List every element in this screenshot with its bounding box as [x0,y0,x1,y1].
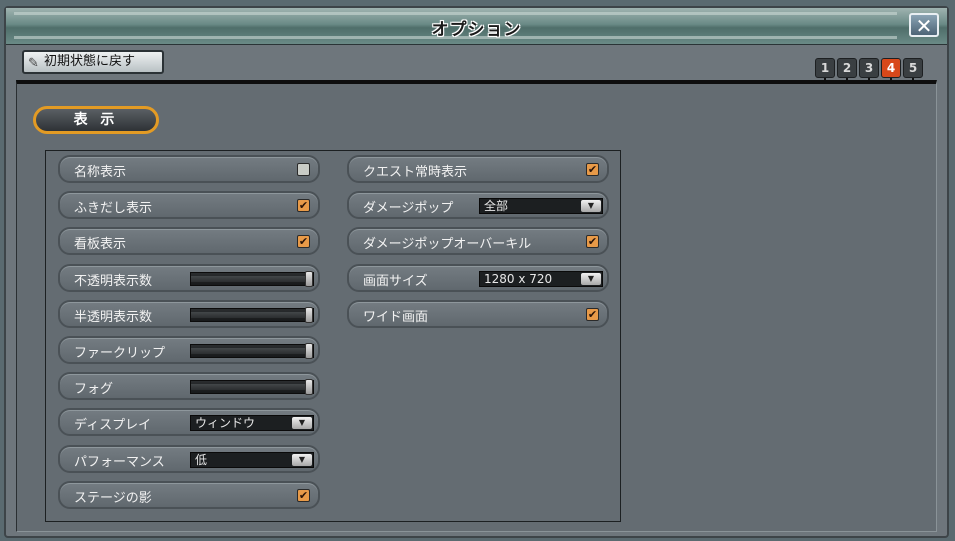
option-label: 画面サイズ [363,273,428,289]
slider-thumb[interactable] [305,270,313,287]
page-tab-3[interactable]: 3 [859,58,879,83]
checkbox-checked[interactable]: ✔ [586,163,599,176]
option-row[interactable]: クエスト常時表示 ✔ [347,155,609,183]
option-label: パフォーマンス [74,454,165,470]
slider-thumb[interactable] [305,343,313,359]
option-row[interactable]: ふきだし表示 ✔ [58,191,320,220]
checkbox-checked[interactable]: ✔ [586,307,599,321]
checkbox-unchecked[interactable] [297,163,310,176]
option-label: ファークリップ [74,346,166,361]
close-icon: ✕ [915,14,933,38]
page-tab-2[interactable]: 2 [837,58,857,83]
option-row[interactable]: 看板表示 ✔ [58,227,320,256]
slider-track[interactable] [190,306,314,323]
slider-track[interactable] [190,270,314,287]
slider-thumb[interactable] [305,379,313,396]
page-tabs: 12345 [815,58,923,83]
option-label: ふきだし表示 [74,201,153,217]
reset-defaults-button[interactable]: ✎ 初期状態に戻す [22,50,164,74]
slider-fill [191,311,313,318]
option-row[interactable]: ワイド画面 ✔ [347,299,609,328]
option-label: ダメージポップ [363,201,454,217]
chevron-down-icon[interactable]: ▼ [292,453,312,466]
dropdown-select[interactable]: 全部 ▼ [479,198,603,215]
close-button[interactable]: ✕ [909,13,939,37]
dropdown-select[interactable]: 低 ▼ [190,451,314,468]
option-label: 名称表示 [74,165,127,180]
option-row: パフォーマンス低 ▼ [58,444,320,473]
checkbox-checked[interactable]: ✔ [297,199,310,213]
option-label: ディスプレイ [74,418,152,434]
option-label: ワイド画面 [363,309,429,325]
option-row: ダメージポップ 全部 ▼ [347,191,609,220]
dropdown-value: ウィンドウ [195,416,256,431]
dropdown-value: 低 [195,452,208,467]
checkbox-checked[interactable]: ✔ [297,488,310,502]
option-row[interactable]: ダメージポップオーバーキル ✔ [347,227,609,256]
slider-thumb[interactable] [305,306,313,323]
dropdown-value: 1280 x 720 [484,271,553,286]
title-bar: オプション ✕ [6,8,947,45]
options-panel: 表 示 名称表示ふきだし表示 ✔ 看板表示 ✔ 不透明表示数 半透明表示数 ファークリップフ… [16,80,937,532]
option-label: クエスト常時表示 [363,165,468,180]
page-tab-5[interactable]: 5 [903,58,923,83]
option-label: ダメージポップオーバーキル [363,237,532,253]
options-box: 名称表示ふきだし表示 ✔ 看板表示 ✔ 不透明表示数 半透明表示数 ファークリップ フォグディ… [45,150,621,522]
slider-track[interactable] [190,343,314,359]
option-row[interactable]: 名称表示 [58,155,320,183]
chevron-down-icon[interactable]: ▼ [581,272,601,285]
slider-fill [191,348,313,354]
option-row: フォグ [58,372,320,401]
chevron-down-icon[interactable]: ▼ [292,417,312,430]
section-display-label: 表 示 [33,106,159,134]
page-tab-4[interactable]: 4 [881,58,901,83]
options-window: オプション ✕ ✎ 初期状態に戻す 12345 表 示 名称表示 ふきだし表示 ✔ 看… [4,6,949,538]
dropdown-select[interactable]: ウィンドウ ▼ [190,415,314,432]
option-label: 看板表示 [74,237,127,253]
window-title: オプション [431,20,522,40]
option-label: フォグ [74,382,114,398]
option-row: ファークリップ [58,336,320,364]
dropdown-select[interactable]: 1280 x 720 ▼ [479,270,603,287]
slider-fill [191,384,313,391]
pencil-icon: ✎ [28,56,39,71]
checkbox-checked[interactable]: ✔ [297,235,310,249]
option-row: 不透明表示数 [58,263,320,292]
option-row: 半透明表示数 [58,299,320,328]
checkbox-checked[interactable]: ✔ [586,235,599,249]
option-label: ステージの影 [74,490,152,506]
option-row: 画面サイズ 1280 x 720 ▼ [347,263,609,292]
option-row[interactable]: ステージの影 ✔ [58,480,320,509]
reset-defaults-label: 初期状態に戻す [44,54,136,69]
option-label: 不透明表示数 [74,273,153,289]
slider-fill [191,275,313,282]
page-tab-1[interactable]: 1 [815,58,835,83]
option-row: ディスプレイ ウィンドウ ▼ [58,408,320,437]
slider-track[interactable] [190,379,314,396]
chevron-down-icon[interactable]: ▼ [581,200,601,213]
option-label: 半透明表示数 [74,309,153,325]
dropdown-value: 全部 [484,199,509,214]
